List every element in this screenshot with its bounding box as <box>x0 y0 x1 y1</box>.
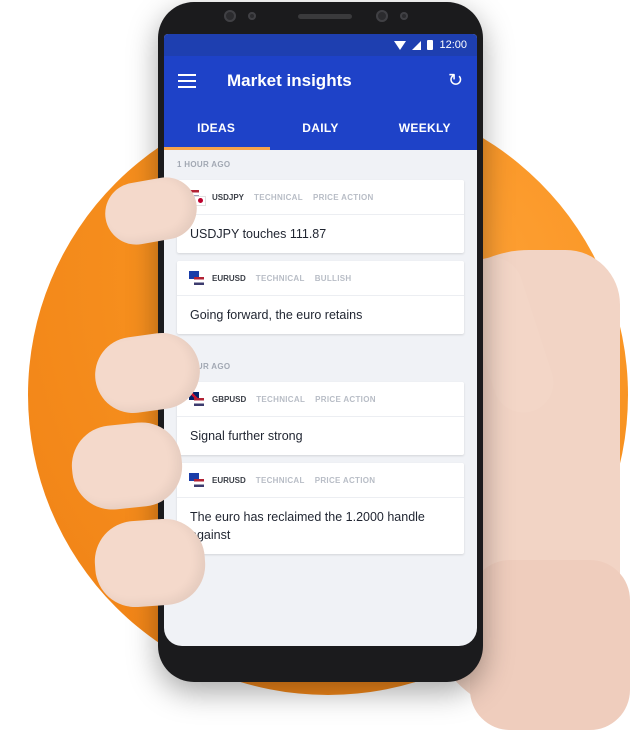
tab-weekly[interactable]: WEEKLY <box>373 106 477 150</box>
idea-card[interactable]: EURUSD TECHNICAL BULLISH Going forward, … <box>177 261 464 334</box>
eurusd-flag-icon <box>189 270 204 286</box>
signal-icon <box>412 40 422 50</box>
currency-pair: EURUSD <box>212 273 246 283</box>
currency-pair: EURUSD <box>212 475 246 485</box>
idea-card[interactable]: USDJPY TECHNICAL PRICE ACTION USDJPY tou… <box>177 180 464 253</box>
card-header: EURUSD TECHNICAL PRICE ACTION <box>177 463 464 498</box>
section-time-label: 8 HOUR AGO <box>177 362 231 371</box>
finger-little <box>92 516 208 610</box>
tag-label: TECHNICAL <box>255 273 305 283</box>
card-headline: The euro has reclaimed the 1.2000 handle… <box>190 510 425 542</box>
idea-card[interactable]: GBPUSD TECHNICAL PRICE ACTION Signal fur… <box>177 382 464 455</box>
app-bar: Market insights ↻ <box>164 56 477 106</box>
section-time-label: 1 HOUR AGO <box>177 160 231 169</box>
front-camera-secondary <box>376 10 388 22</box>
hand-wrist <box>470 560 630 730</box>
tag-label: PRICE ACTION <box>312 192 374 202</box>
eurusd-flag-icon <box>189 472 204 488</box>
tab-bar: IDEAS DAILY WEEKLY <box>164 106 477 150</box>
phone-screen: 12:00 Market insights ↻ IDEAS DAILY WEEK… <box>164 34 477 646</box>
card-headline: Going forward, the euro retains <box>190 308 363 322</box>
battery-icon <box>427 40 434 50</box>
refresh-icon[interactable]: ↻ <box>448 70 463 91</box>
wifi-icon <box>394 40 407 50</box>
status-time: 12:00 <box>439 39 467 51</box>
currency-pair: GBPUSD <box>212 394 247 404</box>
tag-label: BULLISH <box>314 273 352 283</box>
tab-daily[interactable]: DAILY <box>268 106 372 150</box>
tag-label: TECHNICAL <box>255 475 305 485</box>
sensor-secondary <box>400 12 408 20</box>
card-header: GBPUSD TECHNICAL PRICE ACTION <box>177 382 464 417</box>
page-title: Market insights <box>227 71 352 90</box>
tab-ideas[interactable]: IDEAS <box>164 106 268 150</box>
tag-label: PRICE ACTION <box>315 394 376 404</box>
phone-speaker <box>298 14 352 19</box>
tag-label: TECHNICAL <box>256 394 306 404</box>
phone-device: 12:00 Market insights ↻ IDEAS DAILY WEEK… <box>158 2 483 682</box>
sensor <box>248 12 256 20</box>
tag-label: TECHNICAL <box>254 192 303 202</box>
front-camera <box>224 10 236 22</box>
currency-pair: USDJPY <box>212 192 245 202</box>
tag-label: PRICE ACTION <box>314 475 376 485</box>
idea-card[interactable]: EURUSD TECHNICAL PRICE ACTION The euro h… <box>177 463 464 554</box>
status-bar: 12:00 <box>164 34 477 56</box>
hamburger-menu-icon[interactable] <box>178 74 196 88</box>
card-headline: USDJPY touches 111.87 <box>190 227 327 241</box>
card-header: EURUSD TECHNICAL BULLISH <box>177 261 464 296</box>
active-tab-indicator <box>164 147 270 150</box>
card-header: USDJPY TECHNICAL PRICE ACTION <box>177 180 464 215</box>
card-headline: Signal further strong <box>190 429 303 443</box>
